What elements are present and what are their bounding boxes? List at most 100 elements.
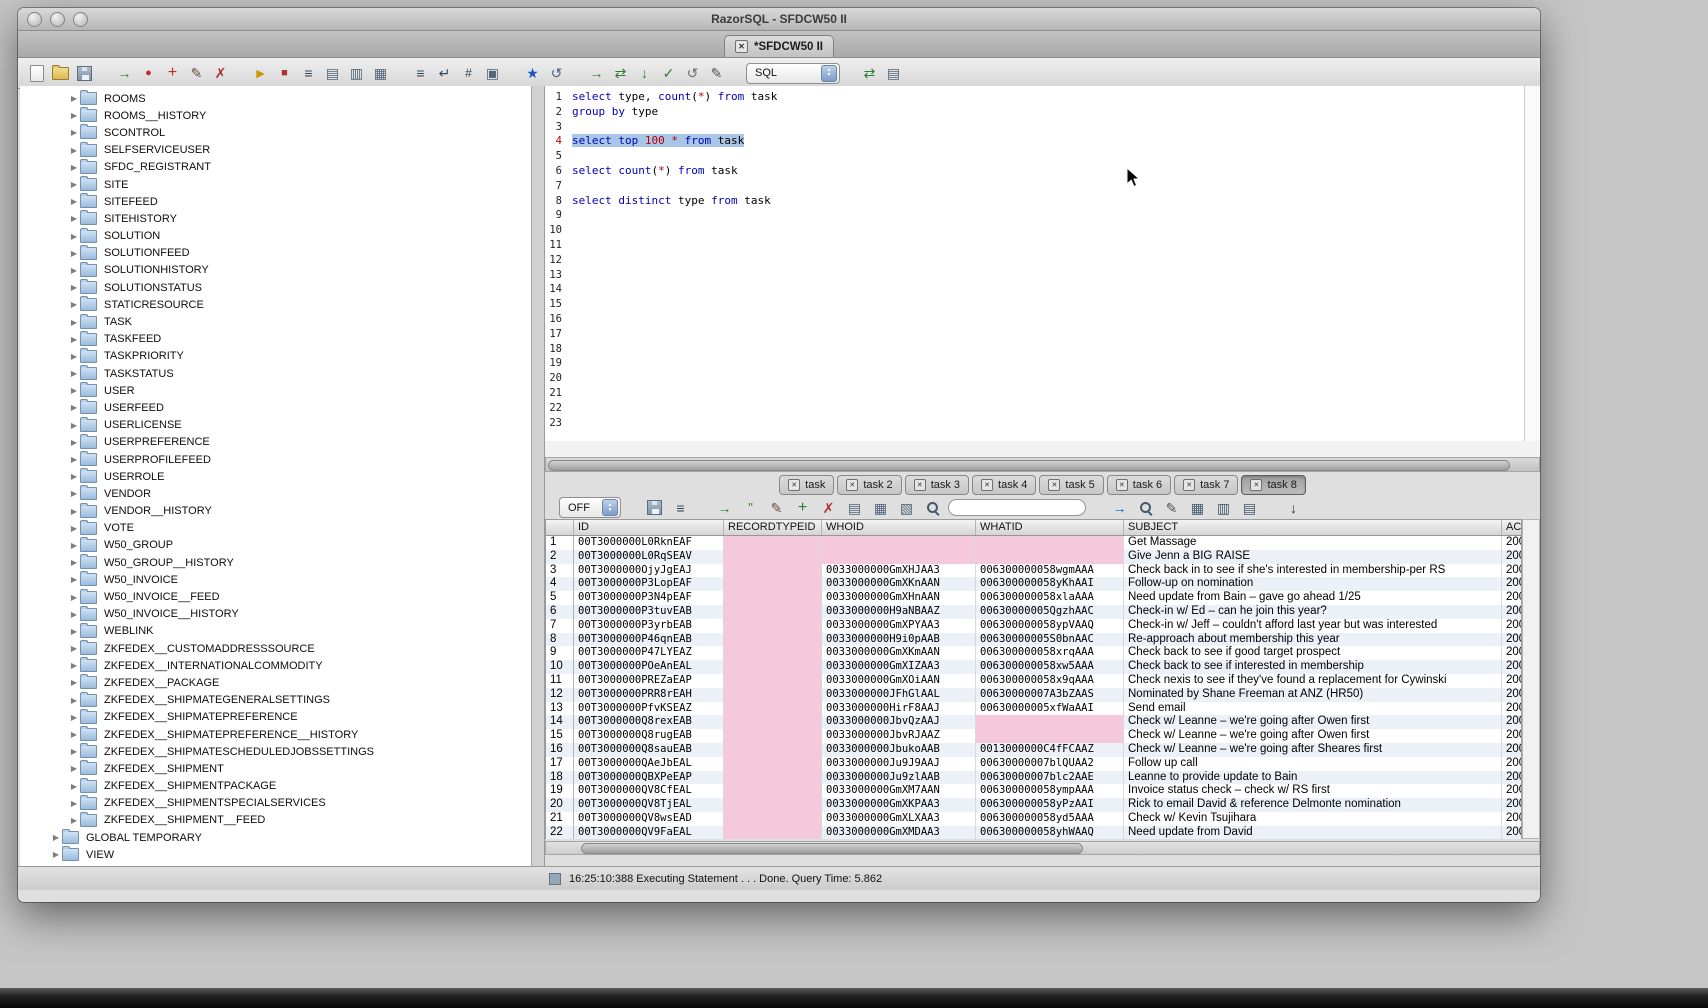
result-tab-task-5[interactable]: ✕task 5 bbox=[1039, 475, 1103, 495]
cell-whatid[interactable]: 006300000058x9qAAA bbox=[976, 674, 1124, 688]
cell-whatid[interactable]: 006300000058ypVAAQ bbox=[976, 619, 1124, 633]
grid-view-icon[interactable]: ▦ bbox=[1187, 497, 1208, 518]
cell-subject[interactable]: Follow-up on nomination bbox=[1124, 577, 1502, 591]
connect-icon[interactable]: → bbox=[114, 63, 135, 84]
filter-results-icon[interactable]: ≡ bbox=[670, 497, 691, 518]
tree-item-vendor[interactable]: ▶VENDOR bbox=[20, 485, 531, 502]
tree-item-taskpriority[interactable]: ▶TASKPRIORITY bbox=[20, 348, 531, 365]
save-file-icon[interactable] bbox=[74, 63, 95, 84]
disclosure-triangle-icon[interactable]: ▶ bbox=[68, 352, 80, 361]
cell-id[interactable]: 00T3000000L0RqSEAV bbox=[574, 550, 724, 564]
cell-id[interactable]: 00T3000000P3yrbEAB bbox=[574, 619, 724, 633]
cell-whatid[interactable] bbox=[976, 715, 1124, 729]
cell-id[interactable]: 00T3000000PRR8rEAH bbox=[574, 688, 724, 702]
cell-id[interactable]: 00T3000000QAeJbEAL bbox=[574, 757, 724, 771]
editor-hscroll-thumb[interactable] bbox=[548, 460, 1510, 471]
cell-whoid[interactable]: 0033000000GmXKPAA3 bbox=[822, 798, 976, 812]
close-result-tab-icon[interactable]: ✕ bbox=[981, 479, 993, 491]
cell-ac[interactable]: 200 bbox=[1502, 771, 1521, 785]
cell-id[interactable]: 00T3000000PREZaEAP bbox=[574, 674, 724, 688]
tree-item-zkfedex__shipmatepreference__history[interactable]: ▶ZKFEDEX__SHIPMATEPREFERENCE__HISTORY bbox=[20, 726, 531, 743]
tree-item-sitehistory[interactable]: ▶SITEHISTORY bbox=[20, 210, 531, 227]
cell-recordtypeid[interactable] bbox=[724, 826, 822, 839]
disclosure-triangle-icon[interactable]: ▶ bbox=[68, 111, 80, 120]
disclosure-triangle-icon[interactable]: ▶ bbox=[68, 455, 80, 464]
copy-icon[interactable]: ▤ bbox=[322, 63, 343, 84]
cell-whatid[interactable]: 006300000058xw5AAA bbox=[976, 660, 1124, 674]
disclosure-triangle-icon[interactable]: ▶ bbox=[68, 369, 80, 378]
tree-item-selfserviceuser[interactable]: ▶SELFSERVICEUSER bbox=[20, 142, 531, 159]
cell-recordtypeid[interactable] bbox=[724, 798, 822, 812]
close-result-tab-icon[interactable]: ✕ bbox=[1048, 479, 1060, 491]
cell-subject[interactable]: Need update from David bbox=[1124, 826, 1502, 839]
disclosure-triangle-icon[interactable]: ▶ bbox=[68, 403, 80, 412]
tree-item-w50_invoice[interactable]: ▶W50_INVOICE bbox=[20, 571, 531, 588]
edit-document-icon[interactable]: ✎ bbox=[706, 63, 727, 84]
tree-item-rooms[interactable]: ▶ROOMS bbox=[20, 90, 531, 107]
disclosure-triangle-icon[interactable]: ▶ bbox=[68, 764, 80, 773]
editor-horizontal-scrollbar[interactable] bbox=[545, 457, 1540, 472]
tree-item-zkfedex__customaddresssource[interactable]: ▶ZKFEDEX__CUSTOMADDRESSSOURCE bbox=[20, 640, 531, 657]
delete-row-icon[interactable]: ✗ bbox=[818, 497, 839, 518]
quote-values-icon[interactable]: " bbox=[740, 497, 761, 518]
tree-item-zkfedex__shipmatepreference[interactable]: ▶ZKFEDEX__SHIPMATEPREFERENCE bbox=[20, 709, 531, 726]
cell-whoid[interactable]: 0033000000HirF8AAJ bbox=[822, 702, 976, 716]
close-result-tab-icon[interactable]: ✕ bbox=[914, 479, 926, 491]
tree-item-w50_invoice__history[interactable]: ▶W50_INVOICE__HISTORY bbox=[20, 606, 531, 623]
export-results-icon[interactable]: → bbox=[714, 497, 735, 518]
cell-recordtypeid[interactable] bbox=[724, 591, 822, 605]
fetch-more-icon[interactable]: ↓ bbox=[634, 63, 655, 84]
cell-whatid[interactable]: 00630000005QgzhAAC bbox=[976, 605, 1124, 619]
disconnect-icon[interactable]: ● bbox=[138, 63, 159, 84]
cell-id[interactable]: 00T3000000P47LYEAZ bbox=[574, 646, 724, 660]
wrap-lines-icon[interactable]: ↵ bbox=[434, 63, 455, 84]
minimize-window-button[interactable] bbox=[50, 12, 65, 27]
cell-id[interactable]: 00T3000000OjyJgEAJ bbox=[574, 564, 724, 578]
cell-ac[interactable]: 200 bbox=[1502, 577, 1521, 591]
results-search-input[interactable] bbox=[948, 499, 1086, 516]
cell-recordtypeid[interactable] bbox=[724, 633, 822, 647]
tree-item-w50_group[interactable]: ▶W50_GROUP bbox=[20, 537, 531, 554]
undo-icon[interactable]: ↺ bbox=[682, 63, 703, 84]
close-result-tab-icon[interactable]: ✕ bbox=[788, 479, 800, 491]
tree-item-global temporary[interactable]: ▶GLOBAL TEMPORARY bbox=[20, 829, 531, 846]
result-tab-task-2[interactable]: ✕task 2 bbox=[837, 475, 901, 495]
result-tab-task-6[interactable]: ✕task 6 bbox=[1107, 475, 1171, 495]
bookmark-star-icon[interactable]: ★ bbox=[522, 63, 543, 84]
cell-recordtypeid[interactable] bbox=[724, 715, 822, 729]
disclosure-triangle-icon[interactable]: ▶ bbox=[68, 232, 80, 241]
disclosure-triangle-icon[interactable]: ▶ bbox=[68, 696, 80, 705]
tree-item-weblink[interactable]: ▶WEBLINK bbox=[20, 623, 531, 640]
column-header-whoid[interactable]: WHOID bbox=[822, 520, 976, 535]
cell-ac[interactable]: 200 bbox=[1502, 784, 1521, 798]
disclosure-triangle-icon[interactable]: ▶ bbox=[68, 541, 80, 550]
zoom-window-button[interactable] bbox=[73, 12, 88, 27]
cell-subject[interactable]: Invoice status check – check w/ RS first bbox=[1124, 784, 1502, 798]
disclosure-triangle-icon[interactable]: ▶ bbox=[68, 146, 80, 155]
describe-table-icon[interactable]: ▦ bbox=[370, 63, 391, 84]
cell-subject[interactable]: Get Massage bbox=[1124, 536, 1502, 550]
disclosure-triangle-icon[interactable]: ▶ bbox=[68, 489, 80, 498]
query-builder-icon[interactable]: ▣ bbox=[482, 63, 503, 84]
cell-id[interactable]: 00T3000000Q8rexEAB bbox=[574, 715, 724, 729]
tree-item-taskfeed[interactable]: ▶TASKFEED bbox=[20, 331, 531, 348]
document-tab[interactable]: ✕ *SFDCW50 II bbox=[724, 35, 834, 57]
tree-item-staticresource[interactable]: ▶STATICRESOURCE bbox=[20, 296, 531, 313]
cell-whoid[interactable]: 0033000000JbvQzAAJ bbox=[822, 715, 976, 729]
merge-cells-icon[interactable]: ▧ bbox=[896, 497, 917, 518]
cell-whoid[interactable]: 0033000000H9aNBAAZ bbox=[822, 605, 976, 619]
tree-item-vendor__history[interactable]: ▶VENDOR__HISTORY bbox=[20, 503, 531, 520]
disclosure-triangle-icon[interactable]: ▶ bbox=[68, 799, 80, 808]
cell-ac[interactable]: 200 bbox=[1502, 633, 1521, 647]
tree-item-userprofilefeed[interactable]: ▶USERPROFILEFEED bbox=[20, 451, 531, 468]
cell-recordtypeid[interactable] bbox=[724, 605, 822, 619]
tree-item-task[interactable]: ▶TASK bbox=[20, 313, 531, 330]
cell-subject[interactable]: Send email bbox=[1124, 702, 1502, 716]
disclosure-triangle-icon[interactable]: ▶ bbox=[68, 197, 80, 206]
cell-whatid[interactable]: 006300000058wgmAAA bbox=[976, 564, 1124, 578]
result-tab-task-3[interactable]: ✕task 3 bbox=[905, 475, 969, 495]
tree-item-solution[interactable]: ▶SOLUTION bbox=[20, 228, 531, 245]
panel-splitter[interactable] bbox=[531, 86, 545, 866]
cell-whatid[interactable] bbox=[976, 536, 1124, 550]
cell-whoid[interactable] bbox=[822, 550, 976, 564]
